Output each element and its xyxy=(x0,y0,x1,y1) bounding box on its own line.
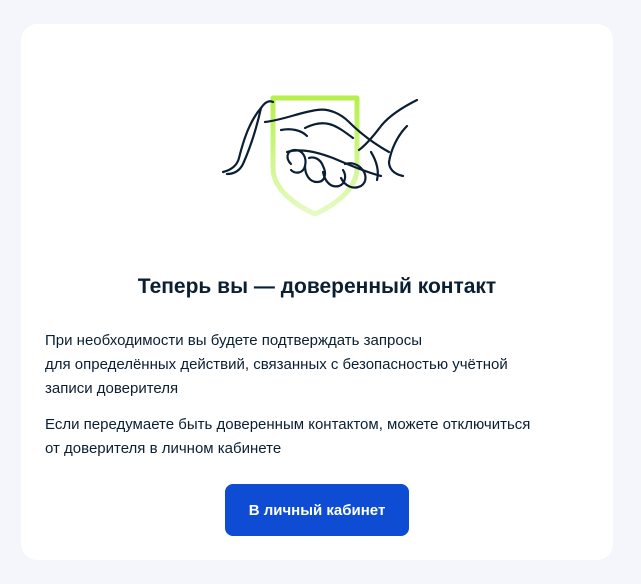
description-line: При необходимости вы будете подтверждать… xyxy=(45,332,422,349)
trusted-contact-card: Теперь вы — доверенный контакт При необх… xyxy=(21,24,613,560)
go-to-personal-account-button[interactable]: В личный кабинет xyxy=(225,484,409,536)
description-line: Если передумаете быть доверенным контакт… xyxy=(45,416,531,433)
description-paragraph-1: При необходимости вы будете подтверждать… xyxy=(45,329,589,401)
description-paragraph-2: Если передумаете быть доверенным контакт… xyxy=(45,413,589,461)
description-line: записи доверителя xyxy=(45,380,179,397)
description-line: от доверителя в личном кабинете xyxy=(45,440,282,457)
handshake-shield-icon xyxy=(221,92,421,222)
description-line: для определённых действий, связанных с б… xyxy=(45,356,508,373)
page-title: Теперь вы — доверенный контакт xyxy=(137,275,497,298)
